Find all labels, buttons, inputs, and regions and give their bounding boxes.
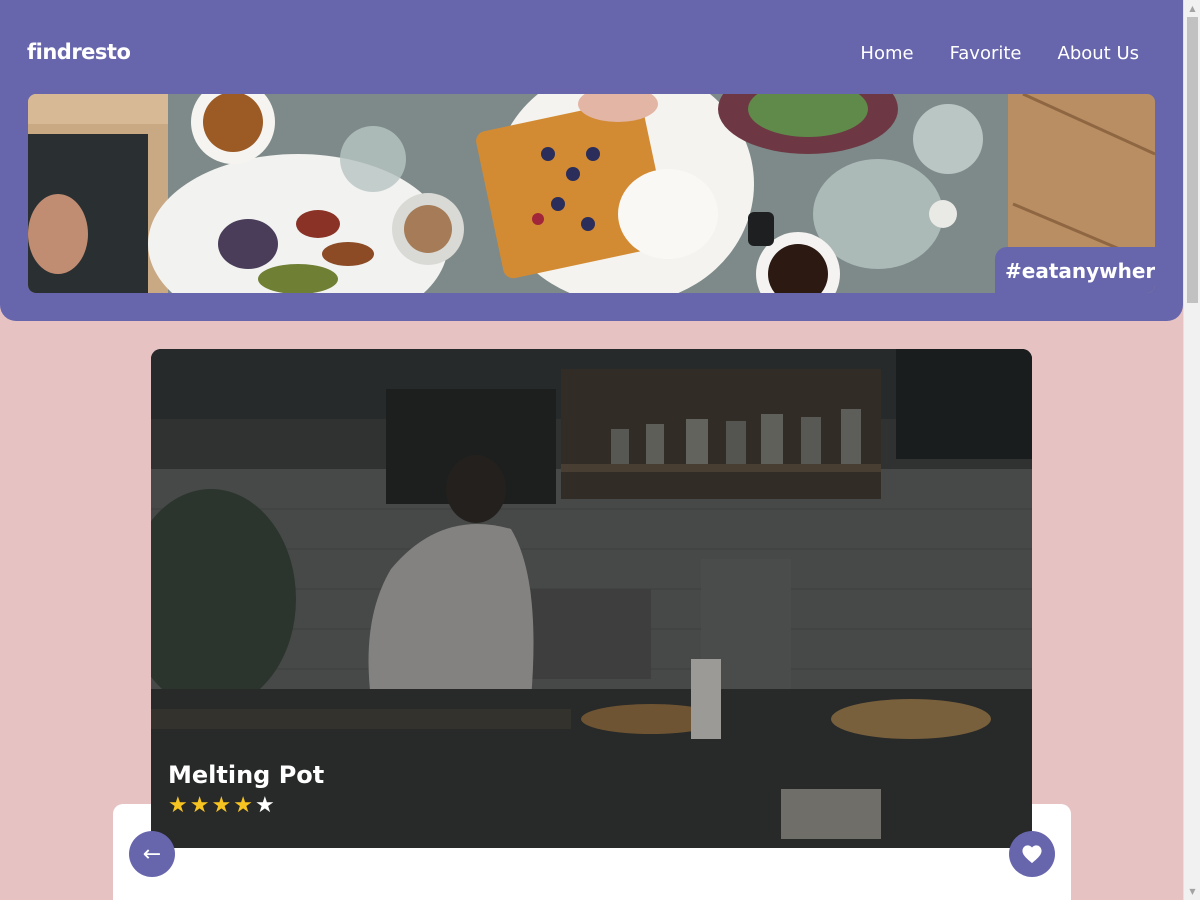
nav-link-favorite[interactable]: Favorite xyxy=(950,43,1022,64)
star-filled-icon: ★ xyxy=(189,793,210,818)
restaurant-card[interactable]: Melting Pot ★ ★ ★ ★ ★ xyxy=(151,349,1032,848)
brand-logo[interactable]: findresto xyxy=(27,40,131,64)
scrollbar-thumb[interactable] xyxy=(1187,17,1198,303)
hero-hashtag: #eatanywhere xyxy=(995,247,1155,293)
favorite-button[interactable] xyxy=(1009,831,1055,877)
star-filled-icon: ★ xyxy=(168,793,188,818)
hero-food-illustration xyxy=(28,94,1155,293)
scroll-down-arrow-icon[interactable]: ▼ xyxy=(1184,883,1200,900)
main-nav: Home Favorite About Us xyxy=(860,43,1139,64)
site-header: findresto Home Favorite About Us #eatany… xyxy=(0,0,1183,321)
vertical-scrollbar[interactable]: ▲ ▼ xyxy=(1183,0,1200,900)
back-button[interactable]: ← xyxy=(129,831,175,877)
star-filled-icon: ★ xyxy=(233,793,253,818)
arrow-left-icon: ← xyxy=(142,841,162,867)
hero-image: #eatanywhere xyxy=(28,94,1155,293)
heart-icon xyxy=(1022,845,1042,864)
nav-link-about-us[interactable]: About Us xyxy=(1058,43,1140,64)
scroll-up-arrow-icon[interactable]: ▲ xyxy=(1184,0,1200,17)
star-filled-icon: ★ xyxy=(211,793,232,818)
star-empty-icon: ★ xyxy=(254,793,275,818)
nav-link-home[interactable]: Home xyxy=(860,43,913,64)
restaurant-name: Melting Pot xyxy=(168,761,325,789)
rating-stars: ★ ★ ★ ★ ★ xyxy=(168,795,275,817)
